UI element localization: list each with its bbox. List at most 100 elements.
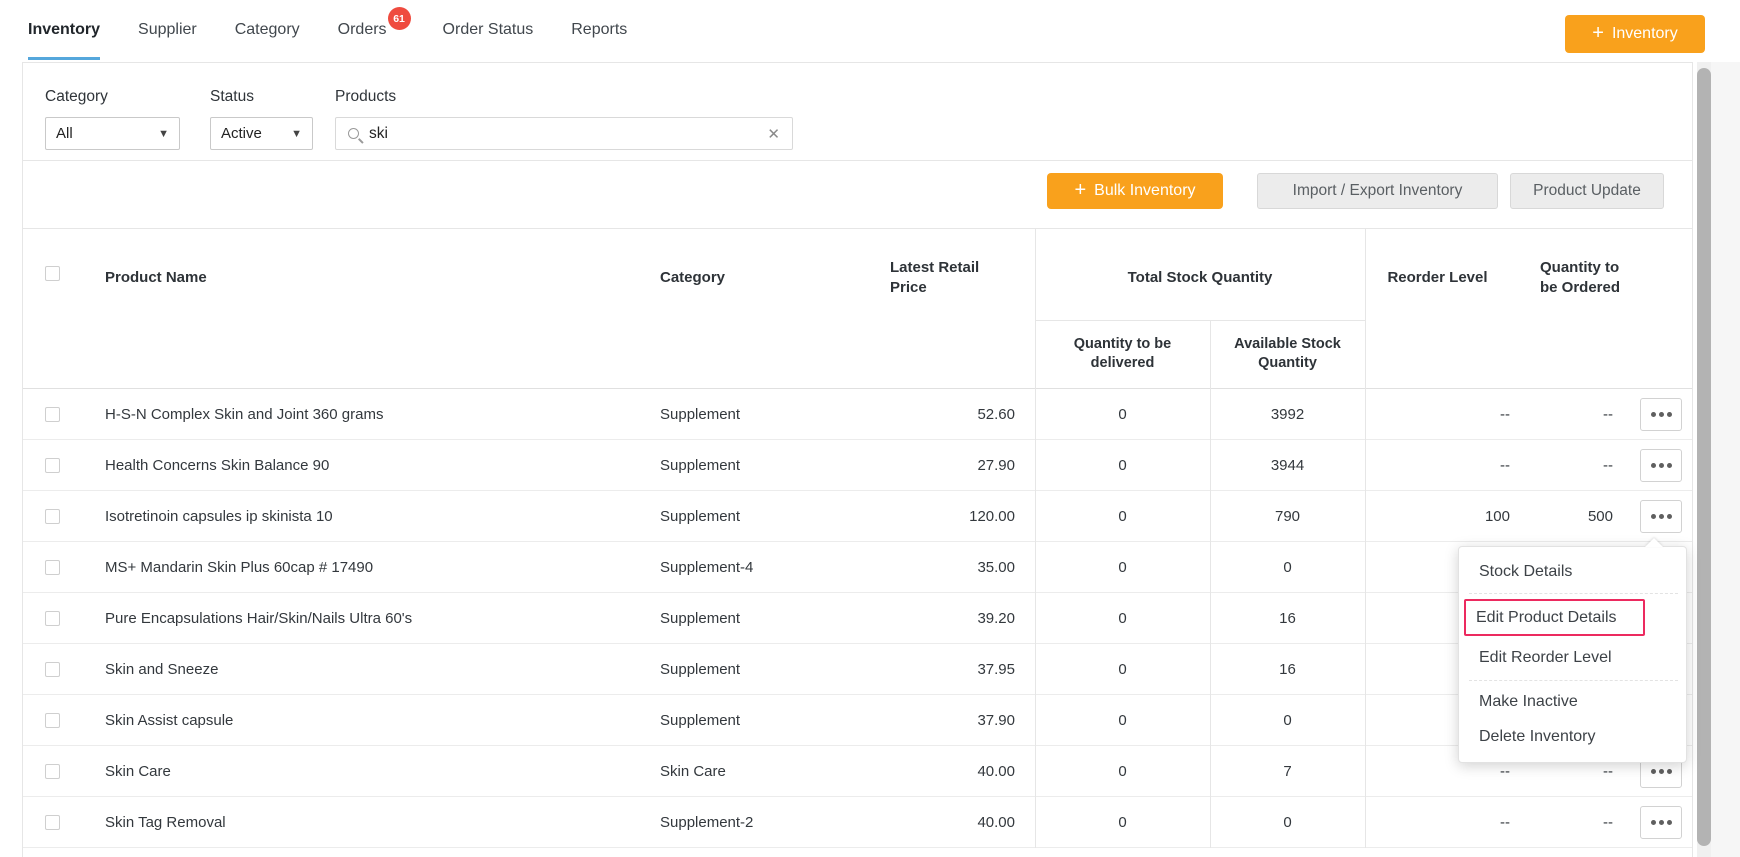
plus-icon: + [1074, 180, 1086, 200]
right-margin [1711, 62, 1740, 857]
available-stock-quantity: 7 [1210, 746, 1365, 797]
quantity-to-be-ordered: 500 [1515, 491, 1613, 542]
row-actions-button[interactable] [1640, 398, 1682, 431]
magnifier-icon [348, 128, 359, 139]
row-actions-button[interactable] [1640, 500, 1682, 533]
quantity-to-be-delivered: 0 [1035, 593, 1210, 644]
header-product-name: Product Name [105, 235, 405, 320]
latest-retail-price: 120.00 [845, 491, 1015, 542]
main-nav: Inventory Supplier Category Orders 61 Or… [28, 0, 627, 60]
status-filter-label: Status [210, 88, 254, 106]
subheader-available-stock-quantity: Available Stock Quantity [1215, 320, 1360, 388]
table-row[interactable]: H-S-N Complex Skin and Joint 360 grams S… [23, 389, 1692, 440]
table-row[interactable]: MS+ Mandarin Skin Plus 60cap # 17490 Sup… [23, 542, 1692, 593]
stock-group-left-border [1035, 228, 1036, 848]
tab-category[interactable]: Category [235, 0, 300, 60]
table-row[interactable]: Pure Encapsulations Hair/Skin/Nails Ultr… [23, 593, 1692, 644]
row-checkbox[interactable] [45, 662, 60, 677]
menu-item-make-inactive[interactable]: Make Inactive [1479, 693, 1578, 711]
select-all-checkbox[interactable] [45, 266, 60, 281]
tab-supplier[interactable]: Supplier [138, 0, 197, 60]
orders-count-badge: 61 [388, 7, 411, 30]
row-checkbox[interactable] [45, 815, 60, 830]
row-actions-button[interactable] [1640, 449, 1682, 482]
header-reorder-level: Reorder Level [1365, 235, 1510, 320]
bulk-inventory-button[interactable]: + Bulk Inventory [1047, 173, 1223, 209]
inventory-app-screen: Inventory Supplier Category Orders 61 Or… [0, 0, 1740, 857]
latest-retail-price: 35.00 [845, 542, 1015, 593]
table-row[interactable]: Skin and Sneeze Supplement 37.95 0 16 [23, 644, 1692, 695]
row-checkbox[interactable] [45, 509, 60, 524]
quantity-to-be-ordered: -- [1515, 389, 1613, 440]
product-name: Pure Encapsulations Hair/Skin/Nails Ultr… [105, 593, 645, 644]
import-export-inventory-button[interactable]: Import / Export Inventory [1257, 173, 1498, 209]
tab-reports[interactable]: Reports [571, 0, 627, 60]
product-update-button[interactable]: Product Update [1510, 173, 1664, 209]
table-row[interactable]: Skin Tag Removal Supplement-2 40.00 0 0 … [23, 797, 1692, 848]
menu-item-edit-reorder-level[interactable]: Edit Reorder Level [1479, 649, 1612, 667]
menu-item-highlight-box: Edit Product Details [1464, 599, 1645, 636]
products-search-input[interactable]: ski ✕ [335, 117, 793, 150]
row-checkbox[interactable] [45, 560, 60, 575]
reorder-level: -- [1365, 389, 1510, 440]
menu-item-stock-details[interactable]: Stock Details [1479, 563, 1572, 581]
menu-divider [1469, 680, 1678, 681]
quantity-to-be-delivered: 0 [1035, 644, 1210, 695]
scrollbar-thumb[interactable] [1697, 68, 1711, 846]
plus-icon: + [1592, 23, 1604, 43]
available-stock-quantity: 16 [1210, 593, 1365, 644]
quantity-to-be-delivered: 0 [1035, 746, 1210, 797]
chevron-down-icon: ▼ [158, 128, 169, 140]
product-name: Isotretinoin capsules ip skinista 10 [105, 491, 645, 542]
header-total-stock-quantity: Total Stock Quantity [1035, 235, 1365, 320]
quantity-to-be-delivered: 0 [1035, 440, 1210, 491]
latest-retail-price: 37.95 [845, 644, 1015, 695]
product-name: MS+ Mandarin Skin Plus 60cap # 17490 [105, 542, 645, 593]
status-filter-select[interactable]: Active ▼ [210, 117, 313, 150]
quantity-to-be-ordered: -- [1515, 440, 1613, 491]
add-inventory-label: Inventory [1612, 25, 1678, 43]
available-stock-quantity: 3992 [1210, 389, 1365, 440]
menu-item-edit-product-details[interactable]: Edit Product Details [1476, 609, 1617, 627]
available-stock-quantity: 3944 [1210, 440, 1365, 491]
product-name: Skin Care [105, 746, 645, 797]
product-name: Skin Tag Removal [105, 797, 645, 848]
row-actions-button[interactable] [1640, 806, 1682, 839]
tab-inventory[interactable]: Inventory [28, 0, 100, 60]
chevron-down-icon: ▼ [291, 128, 302, 140]
category-filter-select[interactable]: All ▼ [45, 117, 180, 150]
subheader-quantity-to-be-delivered: Quantity to be delivered [1045, 320, 1200, 388]
table-top-border [23, 228, 1692, 229]
table-row[interactable]: Skin Care Skin Care 40.00 0 7 -- -- [23, 746, 1692, 797]
products-search-value: ski [369, 125, 388, 143]
quantity-to-be-delivered: 0 [1035, 389, 1210, 440]
products-filter-label: Products [335, 88, 396, 106]
latest-retail-price: 27.90 [845, 440, 1015, 491]
reorder-level: -- [1365, 797, 1510, 848]
row-checkbox[interactable] [45, 764, 60, 779]
product-name: Skin and Sneeze [105, 644, 645, 695]
tab-order-status[interactable]: Order Status [443, 0, 534, 60]
row-checkbox[interactable] [45, 407, 60, 422]
quantity-to-be-ordered: -- [1515, 797, 1613, 848]
available-stock-quantity: 16 [1210, 644, 1365, 695]
latest-retail-price: 37.90 [845, 695, 1015, 746]
stock-group-middle-border [1210, 320, 1211, 848]
row-checkbox[interactable] [45, 611, 60, 626]
table-row[interactable]: Isotretinoin capsules ip skinista 10 Sup… [23, 491, 1692, 542]
table-row[interactable]: Skin Assist capsule Supplement 37.90 0 0 [23, 695, 1692, 746]
tab-orders-label: Orders [338, 21, 387, 39]
add-inventory-button[interactable]: + Inventory [1565, 15, 1705, 53]
table-row[interactable]: Health Concerns Skin Balance 90 Suppleme… [23, 440, 1692, 491]
menu-item-delete-inventory[interactable]: Delete Inventory [1479, 728, 1596, 746]
tab-orders[interactable]: Orders 61 [338, 0, 387, 60]
available-stock-quantity: 0 [1210, 797, 1365, 848]
status-filter-value: Active [221, 125, 262, 142]
quantity-to-be-delivered: 0 [1035, 797, 1210, 848]
row-checkbox[interactable] [45, 458, 60, 473]
latest-retail-price: 40.00 [845, 797, 1015, 848]
panel-right-border [1692, 62, 1693, 857]
row-checkbox[interactable] [45, 713, 60, 728]
clear-search-icon[interactable]: ✕ [767, 125, 780, 143]
row-context-menu: Stock Details Edit Product Details Edit … [1458, 546, 1687, 763]
